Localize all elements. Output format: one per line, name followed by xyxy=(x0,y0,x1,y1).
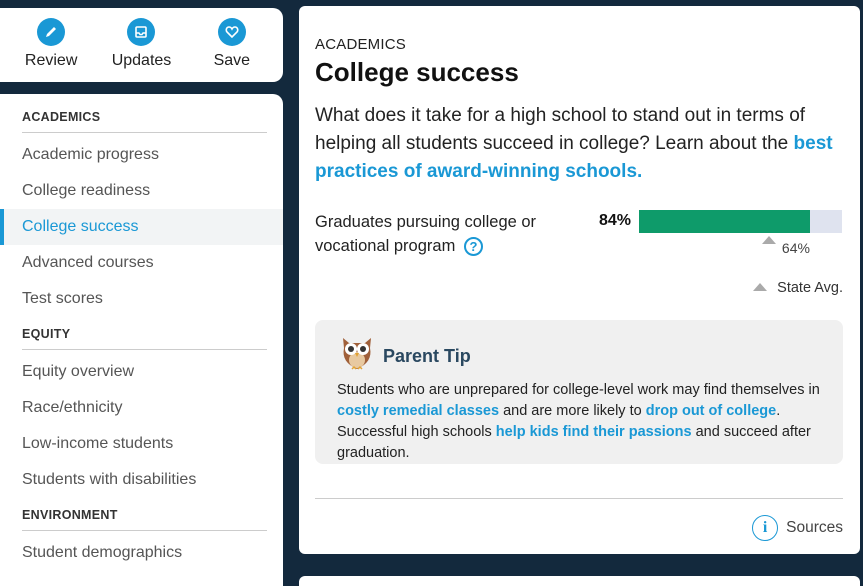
metric-label: Graduates pursuing college or vocational… xyxy=(315,210,575,258)
owl-icon xyxy=(343,338,371,370)
sidebar-item-college-readiness[interactable]: College readiness xyxy=(0,173,283,209)
tip-header: Parent Tip xyxy=(337,332,821,372)
inbox-icon xyxy=(127,18,156,46)
sidebar-item-equity-overview[interactable]: Equity overview xyxy=(0,354,283,390)
save-button[interactable]: Save xyxy=(192,18,272,70)
section-eyebrow: ACADEMICS xyxy=(315,36,406,53)
sidebar-nav: ACADEMICS Academic progress College read… xyxy=(0,94,283,586)
action-bar: Review Updates Save xyxy=(0,8,283,82)
state-avg-value: 64% xyxy=(781,240,810,256)
sidebar-item-college-success[interactable]: College success xyxy=(0,209,283,245)
sidebar-item-low-income-students[interactable]: Low-income students xyxy=(0,426,283,462)
next-section-card xyxy=(299,576,860,586)
tip-body: Students who are unprepared for college-… xyxy=(337,380,821,464)
metric-bar-track xyxy=(639,210,842,233)
intro-text: What does it take for a high school to s… xyxy=(315,102,843,186)
tip-text-1: Students who are unprepared for college-… xyxy=(337,382,820,398)
review-label: Review xyxy=(24,52,78,69)
intro-body: What does it take for a high school to s… xyxy=(315,105,806,154)
sources-button[interactable]: i Sources xyxy=(752,515,843,541)
sources-label: Sources xyxy=(786,519,843,536)
sidebar-item-advanced-courses[interactable]: Advanced courses xyxy=(0,245,283,281)
metric-value: 84% xyxy=(599,212,632,229)
save-label: Save xyxy=(213,52,251,69)
updates-button[interactable]: Updates xyxy=(101,18,181,70)
metric-row: Graduates pursuing college or vocational… xyxy=(315,206,843,316)
section-heading-equity: EQUITY xyxy=(22,327,267,350)
heart-icon xyxy=(217,18,246,46)
tip-text-2: and are more likely to xyxy=(503,403,642,419)
updates-label: Updates xyxy=(111,52,172,69)
metric-bar-fill xyxy=(639,210,810,233)
page-title: College success xyxy=(315,57,519,87)
divider xyxy=(315,498,843,499)
remedial-classes-link[interactable]: costly remedial classes xyxy=(337,403,499,419)
sidebar-item-academic-progress[interactable]: Academic progress xyxy=(0,137,283,173)
section-heading-academics: ACADEMICS xyxy=(22,110,267,133)
legend-label: State Avg. xyxy=(777,280,843,296)
parent-tip-box: Parent Tip Students who are unprepared f… xyxy=(315,320,843,464)
drop-out-link[interactable]: drop out of college xyxy=(646,403,777,419)
review-button[interactable]: Review xyxy=(11,18,91,70)
metric-label-text: Graduates pursuing college or vocational… xyxy=(315,213,537,255)
sidebar-item-race-ethnicity[interactable]: Race/ethnicity xyxy=(0,390,283,426)
triangle-icon xyxy=(753,283,768,291)
tip-title: Parent Tip xyxy=(383,345,471,366)
state-avg-marker-icon xyxy=(761,236,776,244)
find-passions-link[interactable]: help kids find their passions xyxy=(496,424,692,440)
sidebar-item-student-demographics[interactable]: Student demographics xyxy=(0,535,283,571)
help-icon[interactable]: ? xyxy=(463,237,483,257)
pencil-icon xyxy=(37,18,66,46)
section-heading-environment: ENVIRONMENT xyxy=(22,508,267,531)
state-avg-legend: State Avg. xyxy=(753,280,843,296)
college-success-card: ACADEMICS College success What does it t… xyxy=(299,6,860,554)
sidebar-item-students-with-disabilities[interactable]: Students with disabilities xyxy=(0,462,283,498)
info-icon: i xyxy=(752,515,779,541)
sidebar-item-test-scores[interactable]: Test scores xyxy=(0,281,283,317)
